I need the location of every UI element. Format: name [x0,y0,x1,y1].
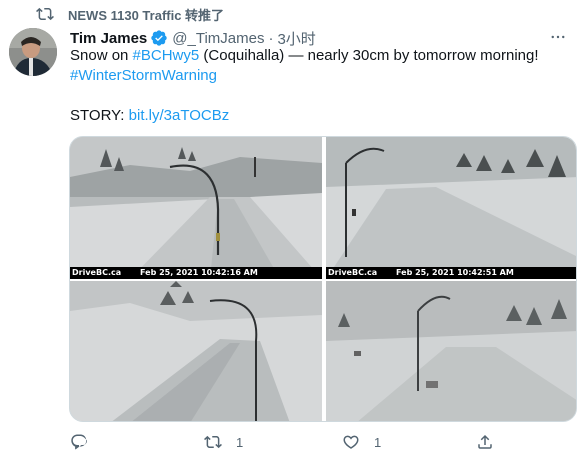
separator-dot: · [268,29,274,47]
story-link[interactable]: bit.ly/3aTOCBz [129,107,230,124]
author-name[interactable]: Tim James [70,30,147,47]
hashtag-link[interactable]: #BCHwy5 [133,47,200,64]
webcam-image-1[interactable]: DriveBC.ca Feb 25, 2021 10:42:16 AM [70,137,322,279]
more-options-icon[interactable] [549,28,567,46]
reply-button[interactable] [70,428,88,456]
avatar-image [9,28,57,76]
text-fragment: Snow on [70,47,133,64]
camera-info-bar: DriveBC.ca Feb 25, 2021 10:42:51 AM [326,267,576,279]
webcam-image-4[interactable] [326,281,576,421]
retweet-count: 1 [236,434,244,450]
share-icon [478,434,492,449]
webcam-image-3[interactable] [70,281,322,421]
heart-icon [343,435,359,449]
retweet-icon [36,7,54,21]
tweet-text: Snow on #BCHwy5 (Coquihalla) — nearly 30… [70,46,570,126]
camera-timestamp: Feb 25, 2021 10:42:16 AM [140,268,258,277]
snowy-highway-photo [70,137,322,279]
like-button[interactable]: 1 [342,428,381,456]
like-count: 1 [374,434,382,450]
share-button[interactable] [476,428,494,456]
author-handle[interactable]: @_TimJames [172,30,264,47]
retweet-icon [204,435,222,449]
text-fragment: (Coquihalla) — nearly 30cm by tomorrow m… [199,47,539,64]
snowy-highway-photo [326,281,576,421]
hashtag-link[interactable]: #WinterStormWarning [70,67,217,84]
camera-source: DriveBC.ca [328,268,378,277]
tweet-header: Tim James @_TimJames · 3小时 [70,28,316,48]
story-label: STORY: [70,107,129,124]
camera-timestamp: Feb 25, 2021 10:42:51 AM [396,268,514,277]
snowy-highway-photo [326,137,576,279]
snowy-highway-photo [70,281,322,421]
avatar[interactable] [9,28,57,76]
tweet-action-bar: 1 1 [62,428,502,456]
tweet-text-line-4: STORY: bit.ly/3aTOCBz [70,106,570,126]
media-grid[interactable]: DriveBC.ca Feb 25, 2021 10:42:16 AM Driv… [69,136,577,422]
reply-icon [71,434,87,450]
retweet-button[interactable]: 1 [204,428,243,456]
tweet-text-line-1: Snow on #BCHwy5 (Coquihalla) — nearly 30… [70,46,570,66]
retweet-context-label: NEWS 1130 Traffic 转推了 [68,7,225,23]
camera-source: DriveBC.ca [72,268,122,277]
retweet-context[interactable]: NEWS 1130 Traffic 转推了 [36,5,224,23]
webcam-image-2[interactable]: DriveBC.ca Feb 25, 2021 10:42:51 AM [326,137,576,279]
camera-info-bar: DriveBC.ca Feb 25, 2021 10:42:16 AM [70,267,322,279]
tweet-text-line-2: #WinterStormWarning [70,66,570,86]
verified-badge-icon [151,30,167,46]
